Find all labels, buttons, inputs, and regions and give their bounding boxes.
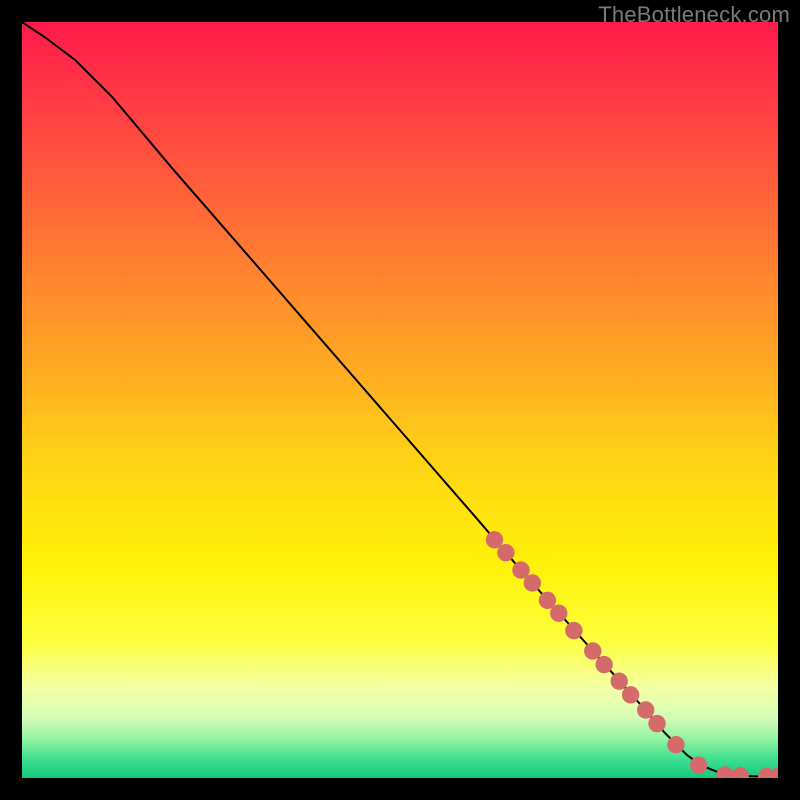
data-marker [550,605,567,622]
data-marker [637,701,654,718]
data-marker [690,756,707,773]
data-marker [595,656,612,673]
data-marker [622,686,639,703]
gradient-background [22,22,778,778]
plot-area [22,22,778,778]
chart-frame: TheBottleneck.com [0,0,800,800]
data-marker [584,642,601,659]
data-marker [648,715,665,732]
chart-svg [22,22,778,778]
data-marker [497,544,514,561]
data-marker [667,736,684,753]
data-marker [611,673,628,690]
data-marker [524,574,541,591]
watermark-text: TheBottleneck.com [598,2,790,28]
data-marker [565,622,582,639]
